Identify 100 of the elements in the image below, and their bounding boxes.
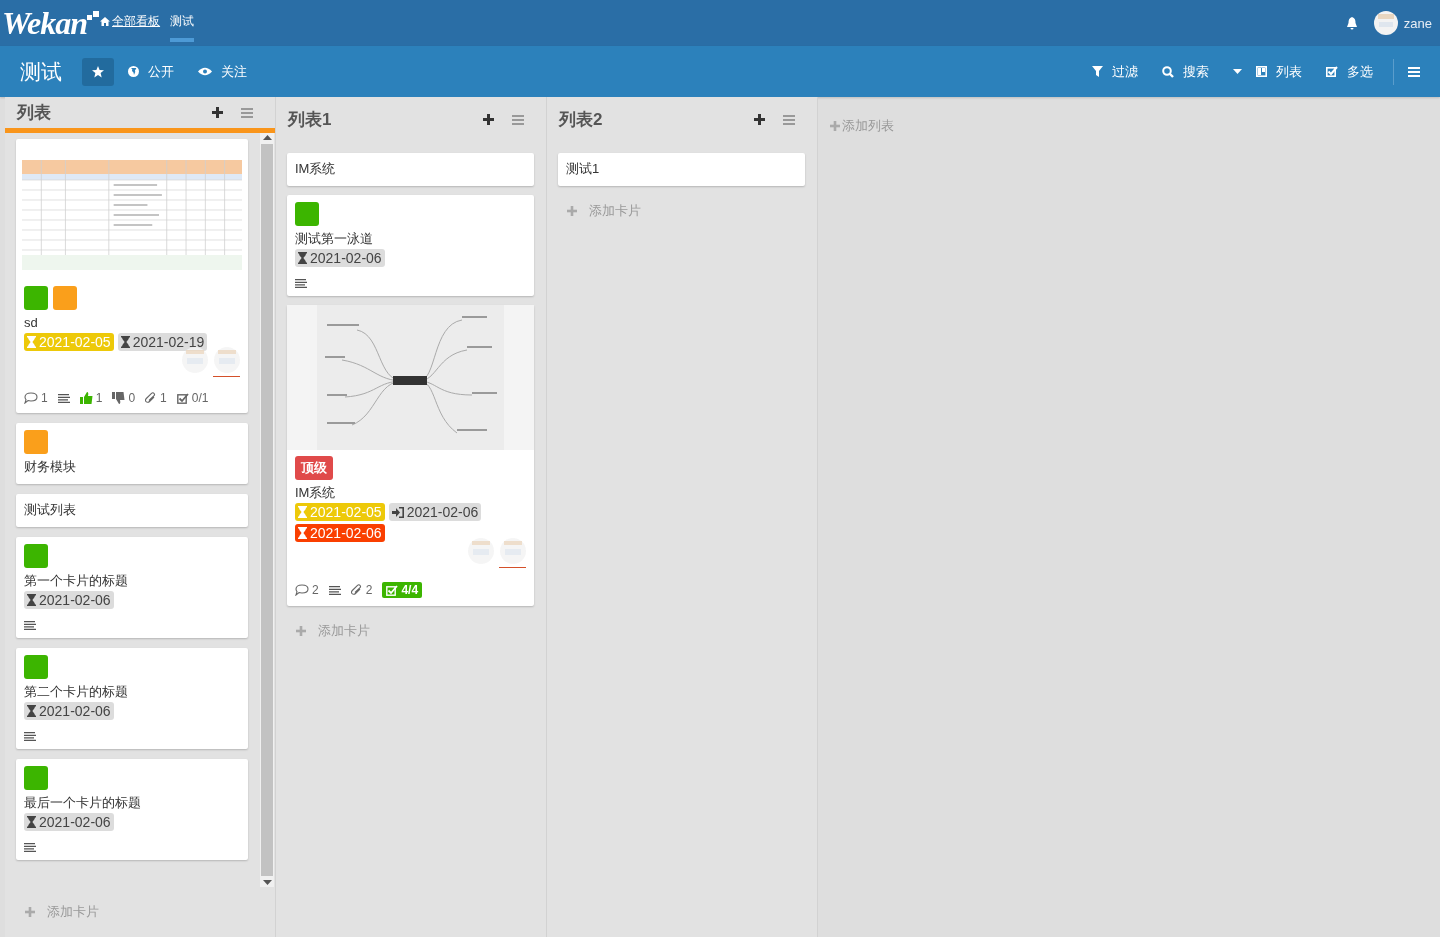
card-title: 测试1 <box>566 160 600 178</box>
card[interactable]: 第二个卡片的标题 2021-02-06 <box>16 648 248 749</box>
card[interactable]: 测试第一泳道 2021-02-06 <box>287 195 534 296</box>
search-button[interactable]: 搜索 <box>1162 62 1209 81</box>
card-title: 财务模块 <box>24 458 76 476</box>
description-icon <box>24 732 36 741</box>
home-icon <box>100 17 111 26</box>
menu-icon[interactable] <box>783 114 795 125</box>
description-icon <box>328 585 341 595</box>
eye-icon <box>198 67 212 76</box>
card[interactable]: 财务模块 <box>16 423 248 484</box>
thumbs-down-icon <box>112 392 126 404</box>
card-title: 测试列表 <box>24 501 76 519</box>
plus-icon <box>830 121 840 131</box>
description-icon <box>295 279 307 288</box>
visibility-button[interactable]: 公开 <box>128 62 174 81</box>
attachment-count: 1 <box>145 391 167 405</box>
view-button[interactable]: 列表 <box>1256 62 1302 81</box>
star-icon <box>92 65 104 78</box>
squares-icon <box>87 11 100 23</box>
bell-icon[interactable] <box>1345 16 1358 30</box>
star-button[interactable] <box>82 57 114 86</box>
card[interactable]: 测试列表 <box>16 494 248 527</box>
caret-icon[interactable] <box>1233 69 1242 74</box>
user-name[interactable]: zane <box>1403 15 1432 31</box>
watch-button[interactable]: 关注 <box>198 62 247 81</box>
filter-button[interactable]: 过滤 <box>1092 62 1138 81</box>
like-count: 1 <box>79 391 103 405</box>
globe-icon <box>128 66 139 77</box>
checklist-count: 4/4 <box>382 582 423 598</box>
hourglass-icon <box>27 705 36 717</box>
comment-count: 2 <box>295 583 319 597</box>
menu-icon[interactable] <box>1408 66 1420 77</box>
board-tab[interactable]: 测试 <box>170 0 195 42</box>
card-title: 第二个卡片的标题 <box>24 683 128 701</box>
search-icon <box>1162 65 1174 78</box>
paperclip-icon <box>350 584 363 596</box>
filter-icon <box>1092 66 1103 77</box>
hourglass-icon <box>120 336 130 348</box>
card-title: sd <box>24 314 38 332</box>
card-title: 第一个卡片的标题 <box>24 572 128 590</box>
menu-icon[interactable] <box>241 107 253 118</box>
card[interactable]: 第一个卡片的标题 2021-02-06 <box>16 537 248 638</box>
comment-count: 1 <box>24 391 48 405</box>
description-icon <box>24 621 36 630</box>
card-title: 测试第一泳道 <box>295 230 373 248</box>
date-badge: 2021-02-06 <box>295 249 385 267</box>
description-icon <box>57 393 70 403</box>
list-title: 列表 <box>17 102 52 124</box>
date-badge: 2021-02-06 <box>24 591 114 609</box>
plus-icon[interactable] <box>754 114 765 125</box>
logo[interactable]: Wekan <box>0 7 88 39</box>
card[interactable]: IM系统 <box>287 153 534 186</box>
list-header[interactable]: 列表1 <box>276 97 546 147</box>
dislike-count: 0 <box>112 391 136 405</box>
date-badge: 2021-02-05 <box>24 333 114 351</box>
menu-icon[interactable] <box>512 114 524 125</box>
card[interactable]: 测试1 <box>558 153 805 186</box>
up-arrow-icon[interactable] <box>262 135 272 140</box>
board-icon <box>1256 66 1267 77</box>
card-title: IM系统 <box>295 484 336 502</box>
hourglass-icon <box>27 816 36 828</box>
down-arrow-icon[interactable] <box>262 880 272 885</box>
attachment-count: 2 <box>350 583 373 597</box>
scrollbar[interactable] <box>260 133 274 887</box>
sign-in-icon <box>391 506 404 518</box>
card-title: 最后一个卡片的标题 <box>24 794 141 812</box>
all-boards-link[interactable]: 全部看板 <box>100 13 161 30</box>
hourglass-icon <box>298 527 307 539</box>
board-title: 测试 <box>20 58 62 85</box>
hourglass-icon <box>298 252 307 264</box>
thumbs-up-icon <box>79 392 93 404</box>
card-label: 顶级 <box>295 456 333 480</box>
hourglass-icon <box>27 594 36 606</box>
paperclip-icon <box>145 392 158 404</box>
description-icon <box>24 843 36 852</box>
card-title: IM系统 <box>295 160 336 178</box>
hourglass-icon <box>27 336 36 348</box>
list-title: 列表2 <box>559 109 604 131</box>
plus-icon <box>296 626 306 636</box>
checkbox-icon <box>176 392 189 404</box>
plus-icon[interactable] <box>212 107 223 118</box>
comment-icon <box>295 584 309 596</box>
plus-icon <box>567 206 577 216</box>
plus-icon[interactable] <box>483 114 494 125</box>
list-header[interactable]: 列表2 <box>547 97 817 147</box>
plus-icon <box>25 907 35 917</box>
checklist-count: 0/1 <box>176 391 209 405</box>
comment-icon <box>24 392 38 404</box>
date-badge: 2021-02-19 <box>117 333 208 351</box>
date-badge: 2021-02-06 <box>24 702 114 720</box>
multiselect-button[interactable]: 多选 <box>1326 62 1373 81</box>
list-title: 列表1 <box>288 109 333 131</box>
date-badge: 2021-02-06 <box>388 503 482 521</box>
checkbox-icon <box>386 584 399 596</box>
hourglass-icon <box>298 506 307 518</box>
date-badge: 2021-02-06 <box>295 524 385 542</box>
date-badge: 2021-02-05 <box>295 503 385 521</box>
card[interactable]: 最后一个卡片的标题 2021-02-06 <box>16 759 248 860</box>
date-badge: 2021-02-06 <box>24 813 114 831</box>
